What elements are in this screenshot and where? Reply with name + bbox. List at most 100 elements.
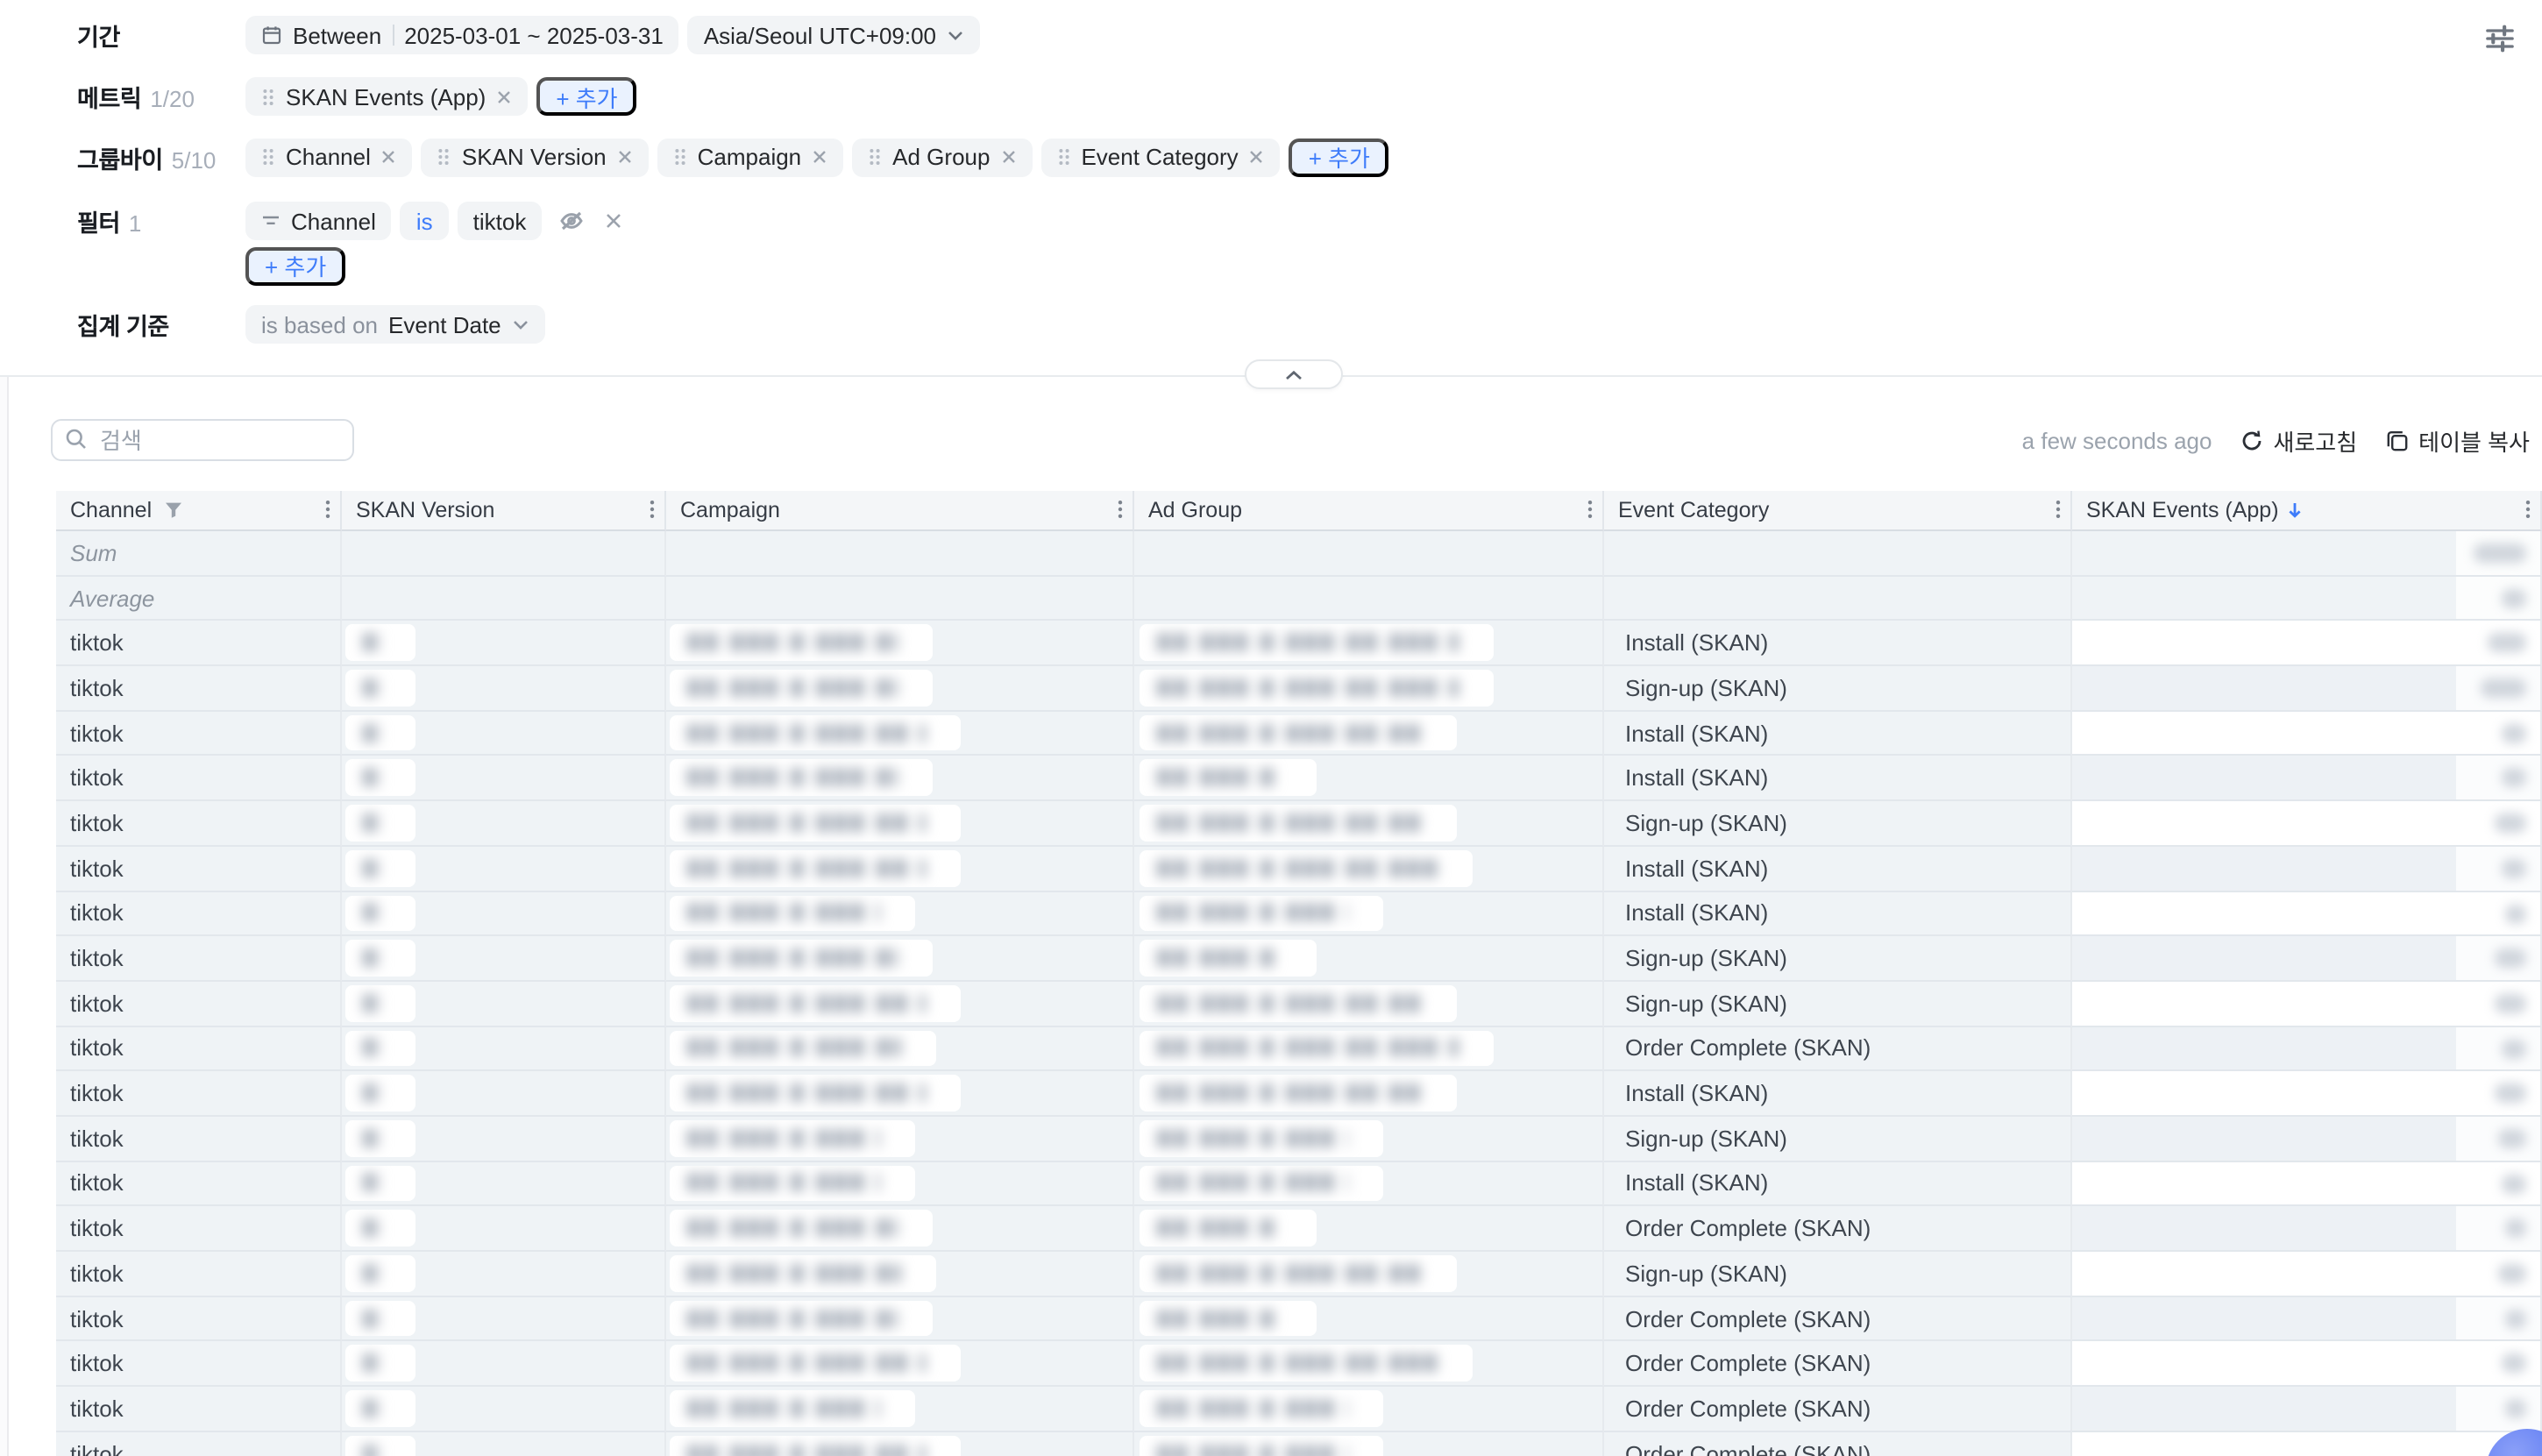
table-row: tiktok▇▇▇▇ ▇▇▇ ▇ ▇▇▇ ▇▇ ▇▇▇ ▇▇▇ ▇▇▇ ▇ ▇▇… [56,712,2542,756]
event-category-value: Order Complete (SKAN) [1625,1035,1871,1062]
campaign-cell: ▇▇ ▇▇▇ ▇ ▇▇▇ ▇▇ ▇▇▇ ▇ [666,1387,1134,1431]
redacted-cell-overlay: ▇▇ [345,1346,415,1381]
remove-chip-icon[interactable] [1249,149,1265,165]
table-row: tiktok▇▇▇▇ ▇▇▇ ▇ ▇▇▇ ▇▇ ▇▇▇ ▇▇▇ ▇▇▇ ▇ ▇▇… [56,1252,2542,1296]
skan-version-cell: ▇▇ [342,1161,666,1206]
skan-events-value-cell [2072,1026,2542,1071]
skan-version-cell: ▇▇ [342,1026,666,1071]
redacted-cell-overlay: ▇▇ [345,670,415,706]
ad-group-cell: ▇▇ ▇▇▇ ▇ ▇▇▇ ▇▇ ▇▇▇ ▇ [1134,712,1604,756]
redacted-text: ▇▇ ▇▇▇ ▇ ▇▇▇ ▇▇ ▇▇▇ ▇ [670,678,898,698]
redacted-text: ▇▇ ▇▇▇ ▇ ▇▇▇ ▇▇ ▇▇▇ ▇ [1140,904,1348,923]
redacted-text: ▇▇ ▇▇▇ ▇ ▇▇▇ ▇▇ ▇▇▇ ▇ [670,723,926,742]
filter-value-chip[interactable]: tiktok [458,202,543,240]
ad-group-cell: ▇▇ ▇▇▇ ▇ ▇▇▇ ▇▇ ▇▇▇ ▇ [1134,1161,1604,1206]
column-header-skan-version[interactable]: SKAN Version [342,491,666,531]
filter-row: 필터 1 Channel is tiktok [77,202,2472,240]
metrics-count: 1/20 [150,86,195,112]
redacted-cell-overlay: ▇▇ ▇▇▇ ▇ ▇▇▇ ▇▇ ▇▇▇ ▇ [670,1300,933,1336]
redacted-text: ▇▇ [345,1399,380,1418]
redacted-cell-overlay: ▇▇ ▇▇▇ ▇ ▇▇▇ ▇▇ ▇▇▇ ▇ [1140,985,1457,1021]
column-menu-icon[interactable] [324,500,331,519]
event-category-cell: Order Complete (SKAN) [1604,1432,2072,1456]
redacted-value [2502,1174,2526,1193]
groupby-chip-skan-version[interactable]: SKAN Version [422,138,649,176]
groupby-chip-ad-group[interactable]: Ad Group [852,138,1032,176]
remove-chip-icon[interactable] [381,149,397,165]
search-input[interactable] [51,419,354,461]
date-range-chip[interactable]: Between 2025-03-01 ~ 2025-03-31 [245,16,679,54]
channel-value: tiktok [70,945,124,971]
column-header-channel[interactable]: Channel [56,491,342,531]
groupby-chip-campaign[interactable]: Campaign [657,138,844,176]
date-range-operator: Between [293,22,381,48]
channel-value: tiktok [70,765,124,792]
skan-version-cell: ▇▇ [342,756,666,801]
redacted-text: ▇▇ [345,1264,380,1283]
ad-group-cell: ▇▇ ▇▇▇ ▇ ▇▇▇ ▇▇ ▇▇▇ ▇ [1134,1342,1604,1387]
campaign-cell: ▇▇ ▇▇▇ ▇ ▇▇▇ ▇▇ ▇▇▇ ▇ [666,756,1134,801]
column-header-ad-group[interactable]: Ad Group [1134,491,1604,531]
redacted-cell-overlay: ▇▇ ▇▇▇ ▇ ▇▇▇ ▇▇ ▇▇▇ ▇ [1140,1030,1494,1066]
redacted-text: ▇▇ [345,1129,380,1148]
filter-field-chip[interactable]: Channel [245,202,392,240]
skan-version-cell: ▇▇ [342,847,666,891]
timezone-select[interactable]: Asia/Seoul UTC+09:00 [688,16,980,54]
column-menu-icon[interactable] [1587,500,1594,519]
add-filter-button[interactable]: + 추가 [245,246,345,285]
redacted-cell-overlay: ▇▇ ▇▇▇ ▇ ▇▇▇ ▇▇ ▇▇▇ ▇ [1140,805,1457,841]
copy-table-button[interactable]: 테이블 복사 [2385,423,2530,457]
event-category-cell: Sign-up (SKAN) [1604,666,2072,711]
column-header-event-category[interactable]: Event Category [1604,491,2072,531]
column-menu-icon[interactable] [2524,500,2531,519]
table-row: tiktok▇▇▇▇ ▇▇▇ ▇ ▇▇▇ ▇▇ ▇▇▇ ▇▇▇ ▇▇▇ ▇ ▇▇… [56,1342,2542,1387]
skan-version-cell: ▇▇ [342,1342,666,1387]
column-menu-icon[interactable] [1117,500,1124,519]
redacted-cell-overlay: ▇▇ ▇▇▇ ▇ ▇▇▇ ▇▇ ▇▇▇ ▇ [1140,895,1383,931]
remove-chip-icon[interactable] [617,149,633,165]
refresh-button[interactable]: 새로고침 [2240,423,2357,457]
table-row: tiktok▇▇▇▇ ▇▇▇ ▇ ▇▇▇ ▇▇ ▇▇▇ ▇▇▇ ▇▇▇ ▇ ▇▇… [56,1026,2542,1071]
column-header-skan-events-app-[interactable]: SKAN Events (App) [2072,491,2542,531]
column-menu-icon[interactable] [649,500,656,519]
remove-filter-button[interactable] [605,212,622,230]
add-groupby-button[interactable]: + 추가 [1289,138,1389,176]
remove-chip-icon[interactable] [496,89,512,104]
kebab-icon [1117,500,1124,519]
campaign-cell: ▇▇ ▇▇▇ ▇ ▇▇▇ ▇▇ ▇▇▇ ▇ [666,936,1134,981]
metric-chip[interactable]: SKAN Events (App) [245,77,528,116]
kebab-icon [1587,500,1594,519]
drag-handle-icon [673,147,687,167]
collapse-settings-button[interactable] [1245,359,1343,389]
filter-operator-chip[interactable]: is [401,202,449,240]
redacted-text: ▇▇ [345,948,380,968]
chip-label: Campaign [698,144,802,170]
skan-version-cell: ▇▇ [342,1296,666,1341]
hide-filter-button[interactable] [557,209,586,233]
column-header-campaign[interactable]: Campaign [666,491,1134,531]
redacted-cell-overlay: ▇▇ [345,985,415,1021]
redacted-text: ▇▇ ▇▇▇ ▇ ▇▇▇ ▇▇ ▇▇▇ ▇ [1140,769,1282,788]
column-menu-icon[interactable] [2055,500,2062,519]
redacted-cell-overlay: ▇▇ ▇▇▇ ▇ ▇▇▇ ▇▇ ▇▇▇ ▇ [670,1076,961,1112]
skan-version-cell: ▇▇ [342,982,666,1026]
redacted-text: ▇▇ ▇▇▇ ▇ ▇▇▇ ▇▇ ▇▇▇ ▇ [1140,723,1422,742]
report-settings-icon[interactable] [2477,16,2523,61]
groupby-chip-channel[interactable]: Channel [245,138,413,176]
remove-chip-icon[interactable] [1000,149,1016,165]
remove-chip-icon[interactable] [812,149,827,165]
redacted-cell-overlay: ▇▇ ▇▇▇ ▇ ▇▇▇ ▇▇ ▇▇▇ ▇ [1140,760,1317,796]
column-filter-icon [164,501,181,519]
groupby-chip-event-category[interactable]: Event Category [1040,138,1280,176]
redacted-text: ▇▇ ▇▇▇ ▇ ▇▇▇ ▇▇ ▇▇▇ ▇ [1140,1129,1348,1148]
groupby-row: 그룹바이 5/10 ChannelSKAN VersionCampaignAd … [77,138,2472,176]
add-metric-button[interactable]: + 추가 [536,77,636,116]
redacted-value [2505,904,2526,923]
aggregation-basis-select[interactable]: is based on Event Date [245,305,545,344]
ad-group-cell: ▇▇ ▇▇▇ ▇ ▇▇▇ ▇▇ ▇▇▇ ▇ [1134,756,1604,801]
event-category-value: Install (SKAN) [1625,629,1768,656]
column-header-label: SKAN Events (App) [2086,498,2279,522]
campaign-cell: ▇▇ ▇▇▇ ▇ ▇▇▇ ▇▇ ▇▇▇ ▇ [666,1207,1134,1252]
divider [392,25,394,46]
redacted-cell-overlay: ▇▇ ▇▇▇ ▇ ▇▇▇ ▇▇ ▇▇▇ ▇ [670,625,933,661]
